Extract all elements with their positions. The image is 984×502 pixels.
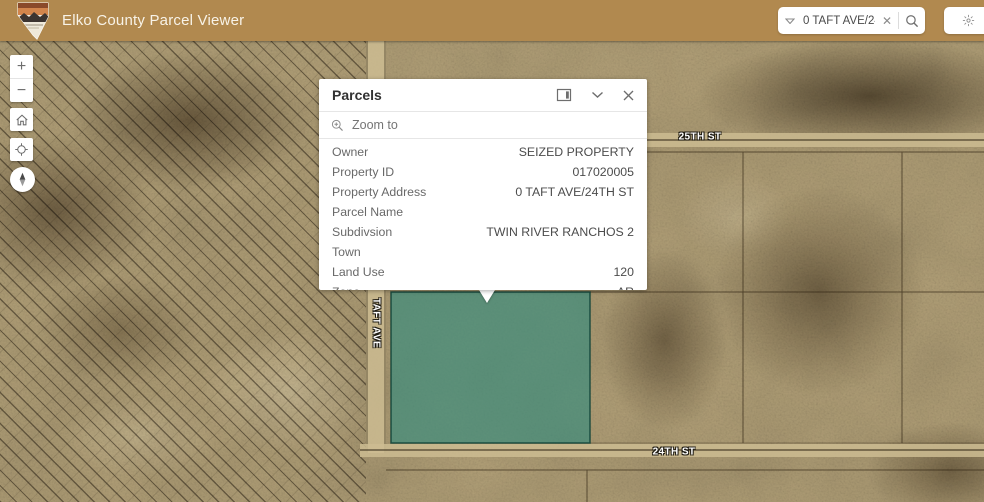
app-header: Elko County Parcel Viewer ✕ [0, 0, 984, 41]
compass-button[interactable] [10, 167, 35, 192]
collapse-button[interactable] [591, 91, 604, 99]
field-value: 017020005 [572, 165, 634, 179]
home-icon [15, 113, 29, 127]
sun-icon [961, 13, 976, 28]
field-row-property-id: Property ID 017020005 [332, 162, 634, 182]
zoom-in-button[interactable]: + [10, 55, 33, 78]
search-clear-button[interactable]: ✕ [876, 7, 898, 34]
field-row-owner: Owner SEIZED PROPERTY [332, 142, 634, 162]
chevron-down-icon [591, 91, 604, 99]
close-icon [623, 90, 634, 101]
field-value: AR [617, 285, 634, 290]
field-label: Parcel Name [332, 205, 403, 219]
field-row-land-use: Land Use 120 [332, 262, 634, 282]
search-input[interactable] [802, 8, 876, 33]
zoom-to-label: Zoom to [352, 118, 398, 132]
field-label: Town [332, 245, 361, 259]
field-row-zone: Zone AR [332, 282, 634, 290]
popup-field-list: Owner SEIZED PROPERTY Property ID 017020… [319, 139, 647, 290]
field-row-parcel-name: Parcel Name [332, 202, 634, 222]
road-24th-st [360, 444, 984, 457]
popup-caret [479, 290, 495, 303]
compass-needle-icon [14, 171, 31, 188]
zoom-control-group: + − [10, 55, 33, 102]
zoom-out-button[interactable]: − [10, 79, 33, 102]
parcel-popup: Parcels [319, 79, 647, 290]
selected-parcel-polygon[interactable] [391, 292, 590, 443]
field-row-property-address: Property Address 0 TAFT AVE/24TH ST [332, 182, 634, 202]
field-label: Owner [332, 145, 368, 159]
popup-close-button[interactable] [623, 90, 634, 101]
locate-icon [14, 142, 29, 157]
field-value: TWIN RIVER RANCHOS 2 [486, 225, 634, 239]
app-title: Elko County Parcel Viewer [62, 0, 244, 41]
app-options-button[interactable] [944, 7, 984, 34]
field-label: Land Use [332, 265, 385, 279]
elko-county-logo [17, 2, 49, 40]
search-box: ✕ [778, 7, 925, 34]
dock-icon [556, 88, 572, 102]
chevron-down-icon [785, 18, 795, 24]
zoom-to-icon [331, 119, 344, 132]
search-source-button[interactable] [778, 7, 802, 34]
dock-button[interactable] [556, 88, 572, 102]
popup-title: Parcels [332, 87, 556, 103]
home-button[interactable] [10, 108, 33, 131]
field-label: Zone [332, 285, 360, 290]
popup-header: Parcels [319, 79, 647, 111]
field-label: Property Address [332, 185, 426, 199]
field-row-town: Town [332, 242, 634, 262]
field-value: 120 [613, 265, 634, 279]
field-label: Property ID [332, 165, 394, 179]
locate-button[interactable] [10, 138, 33, 161]
field-row-subdivision: Subdivsion TWIN RIVER RANCHOS 2 [332, 222, 634, 242]
field-label: Subdivsion [332, 225, 392, 239]
field-value: 0 TAFT AVE/24TH ST [515, 185, 634, 199]
field-value: SEIZED PROPERTY [519, 145, 634, 159]
map-canvas[interactable]: 25TH ST 24TH ST TAFT AVE + − Parcels [0, 41, 984, 502]
search-icon [905, 14, 919, 28]
zoom-to-action[interactable]: Zoom to [319, 112, 647, 138]
search-submit-button[interactable] [899, 7, 925, 34]
